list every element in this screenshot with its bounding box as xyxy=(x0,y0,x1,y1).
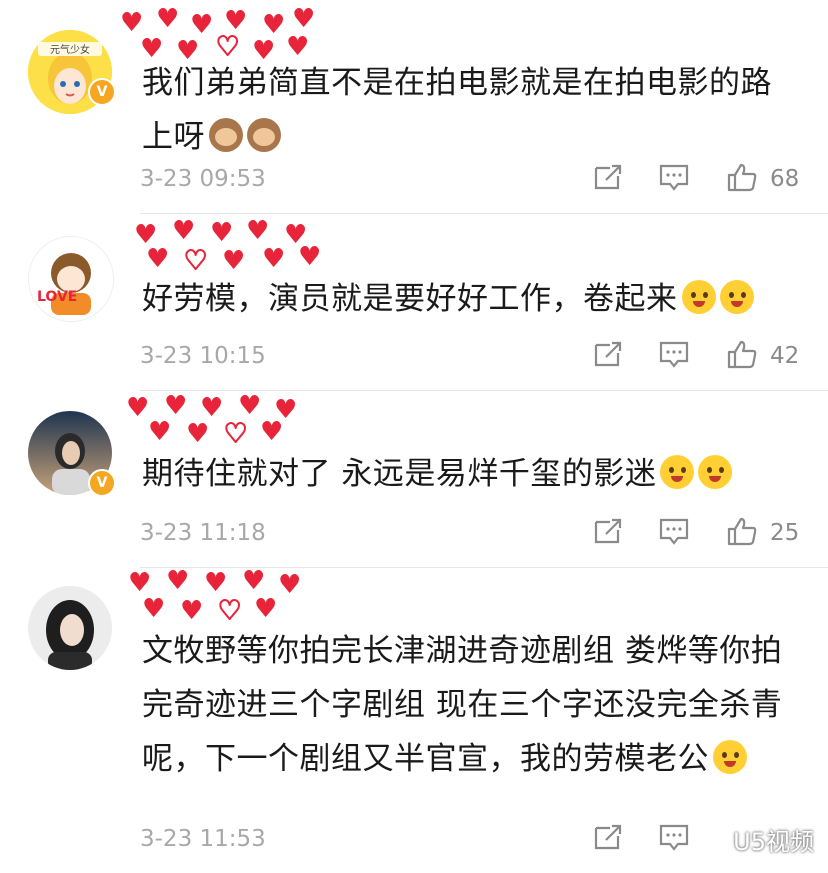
user-avatar[interactable] xyxy=(28,586,112,670)
monkey-emoji-icon xyxy=(209,118,243,152)
smile-emoji-icon xyxy=(719,280,754,314)
comment-icon[interactable] xyxy=(658,822,690,852)
like-count: 42 xyxy=(770,343,800,369)
cheer-emoji-icon xyxy=(660,455,695,489)
comment-icon[interactable] xyxy=(658,339,690,369)
heart-decoration: ♥ ♥ ♥ ♥ ♥ ♥ ♥ ♥ ♥ xyxy=(128,568,302,626)
comment-time: 3-23 09:53 xyxy=(140,166,266,192)
like-count: 68 xyxy=(770,166,800,192)
comment-time: 3-23 11:53 xyxy=(140,826,266,852)
comment-icon[interactable] xyxy=(658,516,690,546)
comment-meta: 3-23 11:18 25 xyxy=(140,514,800,554)
comment-time: 3-23 10:15 xyxy=(140,343,266,369)
repost-icon[interactable] xyxy=(592,162,624,192)
heart-decoration: ♥ ♥ ♥ ♥ ♥ ♥ ♥ ♥ ♥ xyxy=(126,393,298,449)
smile-emoji-icon xyxy=(713,740,747,774)
comment-text: 文牧野等你拍完长津湖进奇迹剧组 娄烨等你拍完奇迹进三个字剧组 现在三个字还没完全… xyxy=(142,633,783,777)
comment-text: 好劳模，演员就是要好好工作，卷起来 xyxy=(142,272,798,326)
thumbs-up-icon[interactable] xyxy=(726,339,758,369)
repost-icon[interactable] xyxy=(592,516,624,546)
comment-text: 期待住就对了 永远是易烊千玺的影迷 xyxy=(142,447,798,501)
comment-item: ♥ ♥ ♥ ♥ ♥ ♥ ♥ ♥ ♥ 文牧野等你拍完长津湖进奇迹剧组 娄烨等你拍完奇迹进三个… xyxy=(0,568,828,873)
heart-decoration: ♥ ♥ ♥ ♥ ♥ ♥ ♥ ♥ ♥ ♥ xyxy=(134,218,322,276)
comment-meta: 3-23 11:53 xyxy=(140,820,798,860)
monkey-emoji-icon xyxy=(247,118,281,152)
like-count: 25 xyxy=(770,520,800,546)
comment-item: ♥ ♥ ♥ ♥ ♥ ♥ ♥ ♥ ♥ V 期待住就对了 永远是易烊千玺的影迷 3-23 11… xyxy=(0,391,828,567)
verified-badge-icon: V xyxy=(88,469,116,497)
repost-icon[interactable] xyxy=(592,339,624,369)
watermark: U5视频 xyxy=(733,828,814,856)
svg-text:元气少女: 元气少女 xyxy=(50,43,90,56)
svg-text:LOVE: LOVE xyxy=(37,289,77,305)
comment-meta: 3-23 09:53 68 xyxy=(140,160,800,200)
thumbs-up-icon[interactable] xyxy=(726,516,758,546)
repost-icon[interactable] xyxy=(592,822,624,852)
comment-item: ♥ ♥ ♥ ♥ ♥ ♥ ♥ ♥ ♥ ♥ LOVE 好劳模，演员就是要好好工作，卷起来 3-2… xyxy=(0,214,828,390)
comment-text: 我们弟弟简直不是在拍电影就是在拍电影的路上呀 xyxy=(142,65,772,155)
cheer-emoji-icon xyxy=(698,455,733,489)
smile-emoji-icon xyxy=(681,280,716,314)
user-avatar[interactable]: LOVE xyxy=(28,236,114,322)
comment-meta: 3-23 10:15 42 xyxy=(140,337,800,377)
verified-badge-icon: V xyxy=(88,78,116,106)
comment-time: 3-23 11:18 xyxy=(140,520,266,546)
comment-icon[interactable] xyxy=(658,162,690,192)
thumbs-up-icon[interactable] xyxy=(726,162,758,192)
comment-item: ♥ ♥ ♥ ♥ ♥ ♥ ♥ ♥ ♥ ♥ ♥ 元气少女 V 我们弟弟简直不是在拍电影就是在拍电影… xyxy=(0,0,828,213)
